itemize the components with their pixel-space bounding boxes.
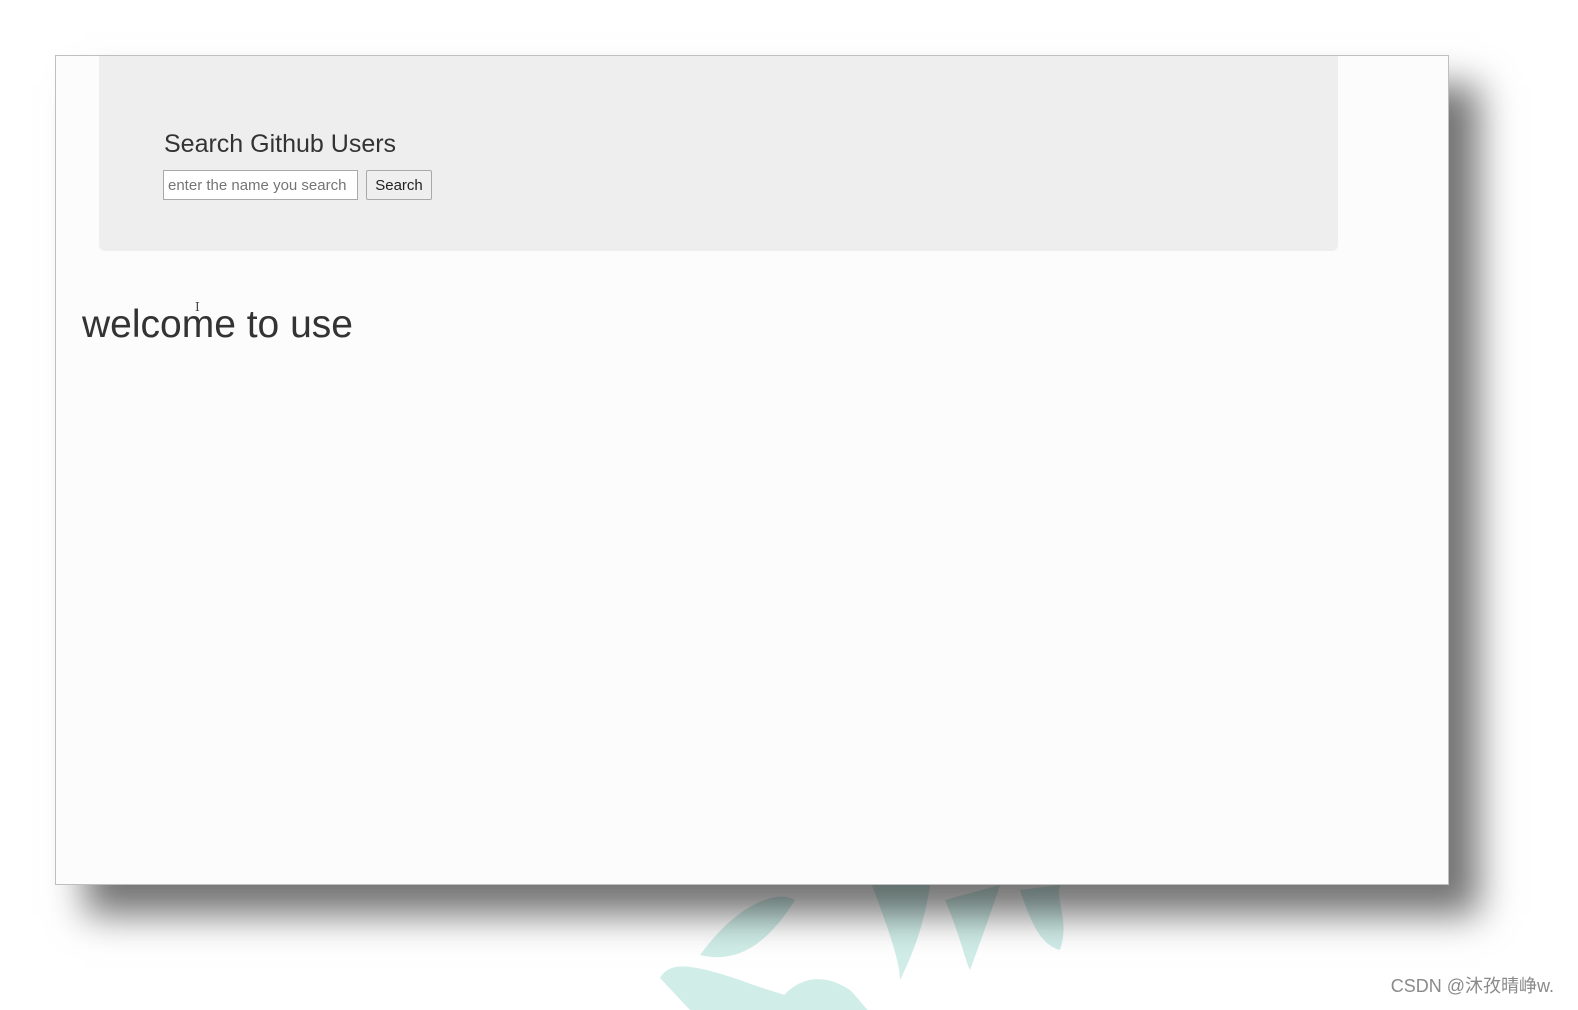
- browser-window: Search Github Users Search welcome to us…: [55, 55, 1449, 885]
- page-title: Search Github Users: [164, 130, 397, 158]
- search-jumbotron: Search Github Users Search: [99, 56, 1338, 251]
- screenshot-stage: Search Github Users Search welcome to us…: [0, 0, 1578, 1010]
- welcome-message: welcome to use: [82, 303, 353, 346]
- search-input[interactable]: [163, 170, 358, 200]
- search-button[interactable]: Search: [366, 170, 432, 200]
- csdn-watermark: CSDN @沐孜晴峥w.: [1390, 976, 1554, 996]
- text-cursor-icon: I: [195, 300, 200, 314]
